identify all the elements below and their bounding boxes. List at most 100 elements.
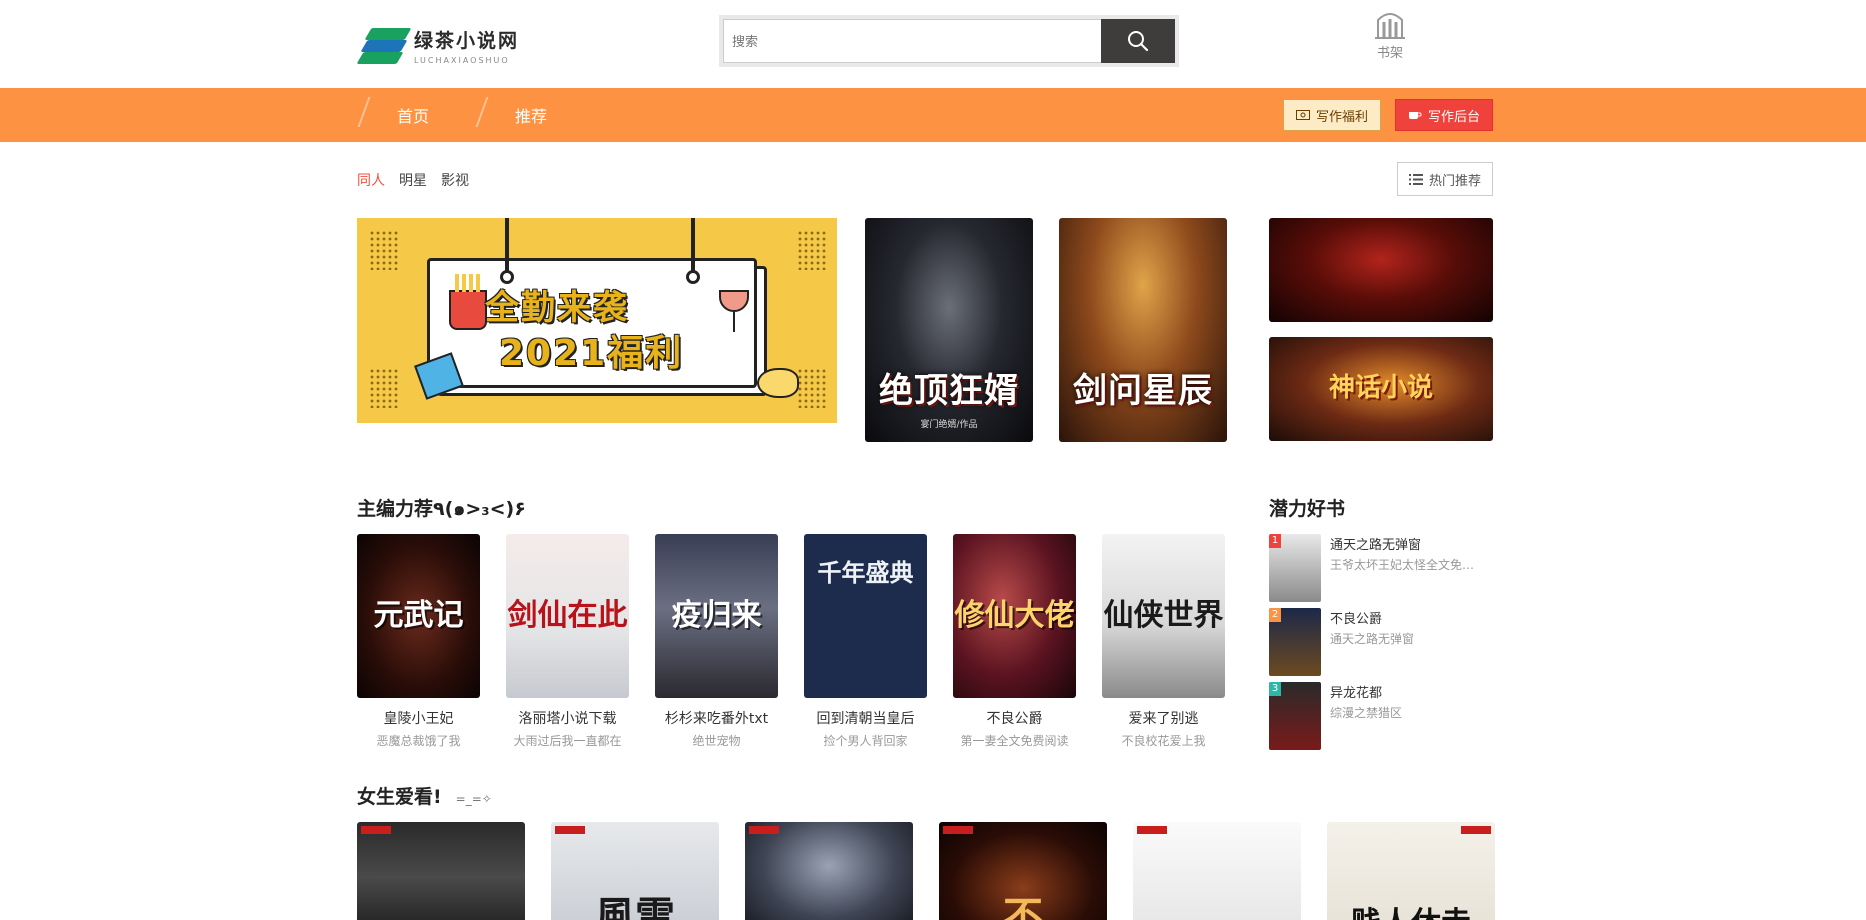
book-cover-title: 疫归来 bbox=[671, 598, 762, 634]
editor-picks-section: 主编力荐٩(๑>₃<)۶ 元武记 皇陵小王妃 恶魔总裁饿了我 剑仙在此 洛丽塔小… bbox=[357, 484, 1493, 774]
money-icon bbox=[1295, 110, 1310, 120]
hot-recommend-button[interactable]: 热门推荐 bbox=[1397, 162, 1493, 196]
tab-film[interactable]: 影视 bbox=[441, 170, 469, 190]
book-title[interactable]: 皇陵小王妃 bbox=[357, 708, 480, 728]
featured-cover-1-author: 宴门绝婿/作品 bbox=[920, 420, 978, 430]
potential-book-item[interactable]: 1 通天之路无弹窗 王爷太坏王妃太怪全文免费阅读 bbox=[1269, 534, 1486, 602]
promo-banner[interactable]: 全勤来袭 2021福利 bbox=[357, 218, 837, 423]
writing-backend-label: 写作后台 bbox=[1427, 109, 1480, 125]
writing-backend-button[interactable]: 写作后台 bbox=[1394, 99, 1493, 131]
fries-illustration bbox=[449, 274, 487, 330]
search-box bbox=[719, 15, 1179, 67]
book-cover[interactable]: 贱人休走 bbox=[1327, 822, 1495, 920]
tab-celebrity[interactable]: 明星 bbox=[399, 170, 427, 190]
book-card[interactable]: 剑仙在此 洛丽塔小说下载 大雨过后我一直都在 bbox=[506, 534, 629, 749]
bookshelf-label: 书架 bbox=[1376, 46, 1403, 61]
tab-fanfic[interactable]: 同人 bbox=[357, 170, 385, 190]
chicken-leg-illustration bbox=[757, 368, 799, 398]
girls-favorite-title-row: 女生爱看! =_=✧ bbox=[357, 782, 492, 809]
coffee-icon bbox=[1408, 112, 1422, 119]
writing-welfare-label: 写作福利 bbox=[1315, 109, 1368, 125]
book-title[interactable]: 回到清朝当皇后 bbox=[804, 708, 927, 728]
main-nav: 首页 推荐 写作福利 写作后台 bbox=[0, 88, 1866, 142]
search-icon bbox=[1128, 31, 1149, 52]
book-cover[interactable] bbox=[1133, 822, 1301, 920]
potential-book-cover[interactable]: 3 bbox=[1269, 682, 1321, 750]
book-cover-title: 修仙大佬 bbox=[954, 598, 1075, 634]
book-card[interactable]: 疫归来 杉杉来吃番外txt 绝世宠物 bbox=[655, 534, 778, 749]
potential-book-desc: 王爷太坏王妃太怪全文免费阅读 bbox=[1330, 558, 1486, 572]
writing-welfare-button[interactable]: 写作福利 bbox=[1282, 99, 1381, 131]
book-cover-title: 剑仙在此 bbox=[507, 598, 628, 634]
book-cover[interactable]: 風雷 bbox=[551, 822, 719, 920]
potential-book-title[interactable]: 通天之路无弹窗 bbox=[1330, 534, 1486, 553]
book-description: 大雨过后我一直都在 bbox=[513, 734, 622, 748]
book-cover-title: 元武记 bbox=[373, 598, 464, 634]
potential-book-cover[interactable]: 2 bbox=[1269, 608, 1321, 676]
search-button[interactable] bbox=[1101, 19, 1175, 63]
side-banner-1[interactable] bbox=[1269, 218, 1493, 322]
promo-subheadline: 2021福利 bbox=[499, 333, 684, 374]
list-icon bbox=[1408, 173, 1423, 185]
rank-badge: 2 bbox=[1269, 608, 1281, 622]
potential-book-desc: 通天之路无弹窗 bbox=[1330, 632, 1415, 646]
logo-subtitle: LUCHAXIAOSHUO bbox=[414, 55, 510, 65]
book-cover[interactable] bbox=[745, 822, 913, 920]
book-cover-title: 仙侠世界 bbox=[1103, 598, 1224, 634]
book-title[interactable]: 爱来了别逃 bbox=[1102, 708, 1225, 728]
potential-book-desc: 综漫之禁猎区 bbox=[1330, 706, 1403, 720]
book-title[interactable]: 洛丽塔小说下载 bbox=[506, 708, 629, 728]
book-cover-title: 不 bbox=[1003, 893, 1043, 920]
book-cover[interactable]: 修仙大佬 bbox=[953, 534, 1076, 698]
book-description: 捡个男人背回家 bbox=[823, 734, 908, 748]
book-card[interactable]: 修仙大佬 不良公爵 第一妻全文免费阅读 bbox=[953, 534, 1076, 749]
potential-book-item[interactable]: 3 异龙花都 综漫之禁猎区 bbox=[1269, 682, 1486, 750]
girls-favorite-title: 女生爱看! bbox=[357, 786, 442, 808]
book-title[interactable]: 不良公爵 bbox=[953, 708, 1076, 728]
book-title[interactable]: 杉杉来吃番外txt bbox=[655, 708, 778, 728]
potential-book-title[interactable]: 不良公爵 bbox=[1330, 608, 1486, 627]
editor-picks-title: 主编力荐٩(๑>₃<)۶ bbox=[357, 498, 526, 520]
book-card[interactable]: 千年盛典 回到清朝当皇后 捡个男人背回家 bbox=[804, 534, 927, 749]
book-description: 恶魔总裁饿了我 bbox=[376, 734, 461, 748]
rank-badge: 1 bbox=[1269, 534, 1281, 548]
nav-recommend[interactable]: 推荐 bbox=[475, 103, 547, 127]
book-card[interactable]: 元武记 皇陵小王妃 恶魔总裁饿了我 bbox=[357, 534, 480, 749]
side-banner-2-title: 神话小说 bbox=[1329, 373, 1434, 403]
potential-books-title: 潜力好书 bbox=[1269, 498, 1346, 520]
site-header: 绿茶小说网 LUCHAXIAOSHUO 书架 bbox=[0, 0, 1866, 88]
potential-book-title[interactable]: 异龙花都 bbox=[1330, 682, 1486, 701]
bookshelf-icon bbox=[1375, 13, 1405, 39]
site-logo[interactable]: 绿茶小说网 LUCHAXIAOSHUO bbox=[356, 22, 530, 68]
book-cover[interactable]: 元武记 bbox=[357, 534, 480, 698]
nav-home[interactable]: 首页 bbox=[357, 103, 429, 127]
featured-cover-1-title: 绝顶狂婿 bbox=[879, 371, 1019, 411]
potential-book-cover[interactable]: 1 bbox=[1269, 534, 1321, 602]
book-cover[interactable] bbox=[357, 822, 525, 920]
girls-favorite-emoticon: =_=✧ bbox=[455, 792, 492, 806]
book-cover-title: 千年盛典 bbox=[817, 558, 914, 587]
book-cover[interactable]: 疫归来 bbox=[655, 534, 778, 698]
girls-favorite-section: 女生爱看! =_=✧ 風雷 不 贱人休走 bbox=[357, 774, 1495, 920]
book-cover[interactable]: 不 bbox=[939, 822, 1107, 920]
book-cover-title: 風雷 bbox=[595, 893, 675, 920]
bookshelf-link[interactable]: 书架 bbox=[1365, 10, 1415, 61]
book-cover[interactable]: 仙侠世界 bbox=[1102, 534, 1225, 698]
search-input[interactable] bbox=[723, 19, 1101, 63]
book-description: 不良校花爱上我 bbox=[1121, 734, 1206, 748]
banner-area: 全勤来袭 2021福利 绝顶狂婿 宴门绝婿/作品 剑问星辰 神话小说 bbox=[357, 218, 1493, 484]
featured-cover-2[interactable]: 剑问星辰 bbox=[1059, 218, 1227, 442]
logo-title: 绿茶小说网 bbox=[414, 29, 520, 52]
book-card[interactable]: 仙侠世界 爱来了别逃 不良校花爱上我 bbox=[1102, 534, 1225, 749]
promo-headline: 全勤来袭 bbox=[485, 288, 629, 328]
potential-book-item[interactable]: 2 不良公爵 通天之路无弹窗 bbox=[1269, 608, 1486, 676]
side-banner-2[interactable]: 神话小说 bbox=[1269, 337, 1493, 441]
hot-recommend-label: 热门推荐 bbox=[1428, 173, 1481, 189]
book-cover[interactable]: 剑仙在此 bbox=[506, 534, 629, 698]
book-description: 绝世宠物 bbox=[692, 734, 741, 748]
featured-cover-2-title: 剑问星辰 bbox=[1073, 371, 1213, 411]
book-cover[interactable]: 千年盛典 bbox=[804, 534, 927, 698]
category-tabs: 同人 明星 影视 bbox=[357, 170, 469, 190]
book-cover-title: 贱人休走 bbox=[1327, 898, 1495, 920]
featured-cover-1[interactable]: 绝顶狂婿 宴门绝婿/作品 bbox=[865, 218, 1033, 442]
